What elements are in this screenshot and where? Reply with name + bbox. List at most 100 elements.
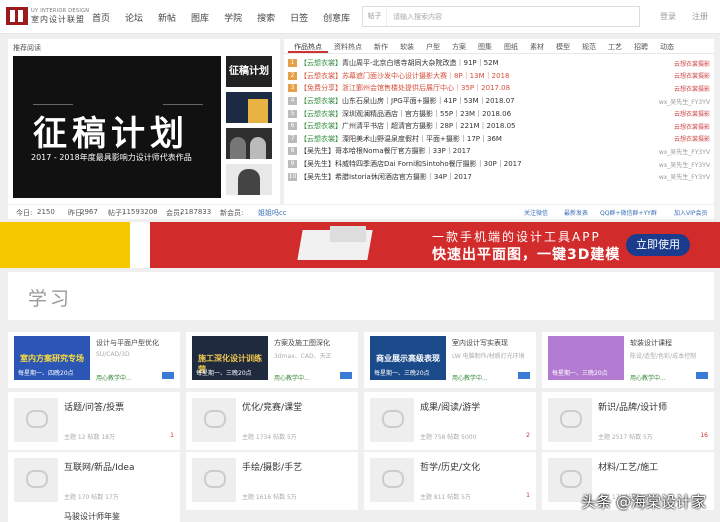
hot-tab[interactable]: 动态 (654, 39, 680, 53)
hot-tab[interactable]: 方案 (446, 39, 472, 53)
hot-tab[interactable]: 新作 (368, 39, 394, 53)
forum-card[interactable]: 互联网/新品/Idea 主题 170 帖数 17万 (8, 452, 180, 510)
course-thumbnail[interactable]: 商业展示高级表现 每星期一、三晚20点 (370, 336, 446, 380)
hot-tab[interactable]: 规范 (576, 39, 602, 53)
forum-name[interactable]: 话题/问答/投票 (64, 400, 124, 413)
hot-item-title[interactable]: 【云想衣裳】深圳观澜精品酒店｜官方摄影｜55P｜23M｜2018.06 (300, 109, 648, 119)
hot-item-user[interactable]: 云想衣裳摄影 (648, 109, 710, 118)
forum-card[interactable]: 手绘/摄影/手艺 主题 1616 帖数 5万 (186, 452, 358, 510)
latest-posts-link[interactable]: 最新发表 (564, 208, 588, 217)
hot-item-title[interactable]: 【吴先生】哥本哈根Noma餐厅官方摄影｜33P｜2017 (300, 146, 648, 156)
hot-list-item[interactable]: 4 【云想衣裳】山东石泉山房｜JPG平面+摄影｜41P｜53M｜2018.07 wx… (288, 95, 710, 108)
hot-tab[interactable]: 户型 (420, 39, 446, 53)
course-card[interactable]: 室内方案研究专场 每星期一、四晚20点 设计与平面户型优化 SU/CAD/3D 用心教学… (8, 332, 180, 388)
hot-item-user[interactable]: 云想衣裳摄影 (648, 84, 710, 93)
hot-list-item[interactable]: 8 【吴先生】哥本哈根Noma餐厅官方摄影｜33P｜2017 wx_吴先生_FY3Y… (288, 145, 710, 158)
search-type-select[interactable]: 帖子 (363, 7, 387, 26)
nav-home[interactable]: 首页 (92, 11, 110, 24)
hot-tab[interactable]: 资料热点 (328, 39, 368, 53)
nav-daily[interactable]: 日签 (290, 11, 308, 24)
hot-item-title[interactable]: 【云想衣裳】广州清平书店｜超清官方摄影｜28P｜221M｜2018.05 (300, 121, 648, 131)
thumbnail-3[interactable] (226, 128, 272, 159)
thumbnail-2[interactable] (226, 92, 272, 123)
follow-wechat-link[interactable]: 关注微信 (524, 208, 548, 217)
nav-academy[interactable]: 学院 (224, 11, 242, 24)
hot-tab[interactable]: 模型 (550, 39, 576, 53)
course-thumbnail[interactable]: 施工深化设计训练营 每星期一、三晚20点 (192, 336, 268, 380)
course-thumbnail[interactable]: 室内方案研究专场 每星期一、四晚20点 (14, 336, 90, 380)
hot-item-user[interactable]: wx_吴先生_FY3YV (648, 147, 710, 156)
hot-list-item[interactable]: 7 【云想衣裳】溧阳美术山野温泉度假村｜平面+摄影｜17P｜36M 云想衣裳摄影 (288, 133, 710, 146)
groups-link[interactable]: QQ群+微信群+YY群 (600, 208, 657, 217)
hot-item-title[interactable]: 【云想衣裳】山东石泉山房｜JPG平面+摄影｜41P｜53M｜2018.07 (300, 96, 648, 106)
hot-list-item[interactable]: 1 【云想衣裳】青山周平-北京白塔寺胡同大杂院改造｜91P｜52M 云想衣裳摄影 (288, 57, 710, 70)
course-card[interactable]: 商业展示高级表现 每星期一、三晚20点 室内设计写实表现 LW 电脑制作/材质灯光环境… (364, 332, 536, 388)
forum-card[interactable]: 优化/竞赛/课堂 主题 1734 帖数 5万 (186, 392, 358, 450)
course-thumbnail[interactable]: 每星期一、三晚20点 (548, 336, 624, 380)
hot-item-title[interactable]: 【吴先生】科威特四季酒店Dai Forni和Sintoho餐厅摄影｜30P｜20… (300, 159, 648, 169)
forum-name[interactable]: 成果/阅读/游学 (420, 400, 480, 413)
arrow-right-icon[interactable] (340, 372, 352, 379)
forum-name[interactable]: 材料/工艺/施工 (598, 460, 658, 473)
app-ad-banner[interactable]: 一款手机端的设计工具APP 快速出平面图，一键3D建模 立即使用 (0, 222, 720, 268)
forum-card-partial[interactable]: 马骏设计师年鉴 (8, 508, 180, 522)
thumbnail-4[interactable] (226, 164, 272, 195)
forum-name[interactable]: 哲学/历史/文化 (420, 460, 480, 473)
hot-tab[interactable]: 作品热点 (288, 39, 328, 53)
hot-list-item[interactable]: 2 【云想衣裳】苏幕遮门面沙发中心设计摄影大赛｜8P｜13M｜2018 云想衣裳摄影 (288, 70, 710, 83)
forum-name[interactable]: 手绘/摄影/手艺 (242, 460, 302, 473)
hot-list-item[interactable]: 5 【云想衣裳】深圳观澜精品酒店｜官方摄影｜55P｜23M｜2018.06 云想衣裳… (288, 107, 710, 120)
hot-tab[interactable]: 工艺 (602, 39, 628, 53)
forum-card[interactable]: 哲学/历史/文化 主题 811 帖数 5万 1 (364, 452, 536, 510)
course-name[interactable]: 室内设计写实表现 (452, 338, 508, 348)
arrow-right-icon[interactable] (696, 372, 708, 379)
register-link[interactable]: 注册 (692, 11, 708, 22)
login-link[interactable]: 登录 (660, 11, 676, 22)
hot-item-user[interactable]: 云想衣裳摄影 (648, 134, 710, 143)
nav-forum[interactable]: 论坛 (125, 11, 143, 24)
hot-item-user[interactable]: 云想衣裳摄影 (648, 71, 710, 80)
hot-item-title[interactable]: 【吴先生】希腊Istoria休闲酒店官方摄影｜34P｜2017 (300, 172, 648, 182)
course-name[interactable]: 设计与平面户型优化 (96, 338, 159, 348)
forum-name[interactable]: 互联网/新品/Idea (64, 460, 134, 473)
hot-list-item[interactable]: 3 【免费分享】浙江鄞州会馆售楼处提供后展厅中心｜35P｜2017.08 云想衣裳摄… (288, 82, 710, 95)
newest-member-link[interactable]: 姐姐吗cc (258, 208, 287, 218)
course-name[interactable]: 软装设计课程 (630, 338, 672, 348)
nav-gallery[interactable]: 图库 (191, 11, 209, 24)
hot-tab[interactable]: 图集 (472, 39, 498, 53)
forum-card[interactable]: 成果/阅读/游学 主题 758 帖数 5000 2 (364, 392, 536, 450)
hot-list-item[interactable]: 10 【吴先生】希腊Istoria休闲酒店官方摄影｜34P｜2017 wx_吴先生_… (288, 170, 710, 183)
hot-tab[interactable]: 素材 (524, 39, 550, 53)
nav-new-posts[interactable]: 新帖 (158, 11, 176, 24)
course-card[interactable]: 每星期一、三晚20点 软装设计课程 陈设/造型/色彩/成本控制 用心教学中... (542, 332, 714, 388)
forum-card[interactable]: 新识/品牌/设计师 主题 2517 帖数 5万 16 (542, 392, 714, 450)
thumbnail-1[interactable]: 征稿计划 (226, 56, 272, 87)
hot-item-title[interactable]: 【云想衣裳】溧阳美术山野温泉度假村｜平面+摄影｜17P｜36M (300, 134, 648, 144)
hot-tab[interactable]: 软装 (394, 39, 420, 53)
course-name[interactable]: 方案及施工图深化 (274, 338, 330, 348)
feature-banner[interactable]: 征稿计划 2017 - 2018年度最具影响力设计师代表作品 (13, 56, 221, 198)
hot-tab[interactable]: 图纸 (498, 39, 524, 53)
nav-search[interactable]: 搜索 (257, 11, 275, 24)
hot-list-item[interactable]: 9 【吴先生】科威特四季酒店Dai Forni和Sintoho餐厅摄影｜30P｜2… (288, 158, 710, 171)
nav-idea-library[interactable]: 创意库 (323, 11, 350, 24)
ad-use-now-button[interactable]: 立即使用 (626, 234, 690, 256)
search-input[interactable]: 请输入搜索内容 (393, 12, 442, 22)
forum-name[interactable]: 优化/竞赛/课堂 (242, 400, 302, 413)
hot-list-item[interactable]: 6 【云想衣裳】广州清平书店｜超清官方摄影｜28P｜221M｜2018.05 云想衣… (288, 120, 710, 133)
hot-item-title[interactable]: 【云想衣裳】苏幕遮门面沙发中心设计摄影大赛｜8P｜13M｜2018 (300, 71, 648, 81)
course-card[interactable]: 施工深化设计训练营 每星期一、三晚20点 方案及施工图深化 3dmax、CAD、天正用… (186, 332, 358, 388)
vip-link[interactable]: 加入VIP会员 (674, 208, 708, 217)
arrow-right-icon[interactable] (518, 372, 530, 379)
hot-item-user[interactable]: 云想衣裳摄影 (648, 59, 710, 68)
hot-item-title[interactable]: 【免费分享】浙江鄞州会馆售楼处提供后展厅中心｜35P｜2017.08 (300, 83, 648, 93)
hot-item-user[interactable]: wx_吴先生_FY3YV (648, 97, 710, 106)
hot-item-user[interactable]: wx_吴先生_FY3YV (648, 172, 710, 181)
hot-item-user[interactable]: 云想衣裳摄影 (648, 122, 710, 131)
arrow-right-icon[interactable] (162, 372, 174, 379)
hot-tab[interactable]: 招聘 (628, 39, 654, 53)
hot-item-user[interactable]: wx_吴先生_FY3YV (648, 160, 710, 169)
forum-name[interactable]: 新识/品牌/设计师 (598, 400, 667, 413)
site-logo[interactable]: UY INTERIOR DESIGN 室内设计联盟 (6, 7, 89, 25)
forum-card[interactable]: 话题/问答/投票 主题 12 帖数 18万 1 (8, 392, 180, 450)
